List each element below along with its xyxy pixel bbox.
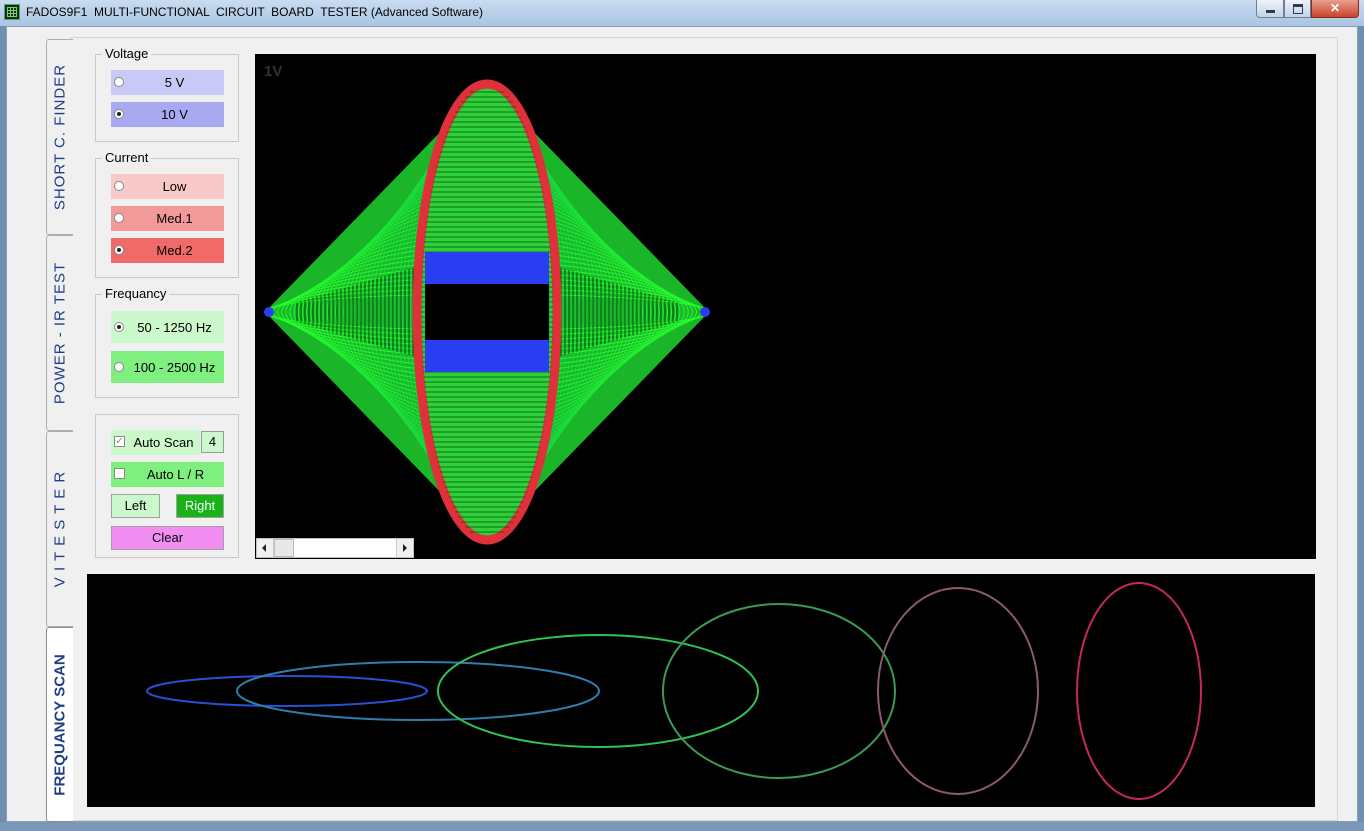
current-med1-option[interactable]: Med.1 (111, 206, 224, 231)
minimize-button[interactable] (1256, 0, 1284, 18)
radio-icon[interactable] (114, 213, 124, 223)
maximize-button[interactable] (1284, 0, 1311, 18)
window-title: FADOS9F1 MULTI-FUNCTIONAL CIRCUIT BOARD … (26, 5, 483, 19)
option-label: 5 V (164, 75, 185, 90)
option-label: 100 - 2500 Hz (133, 360, 216, 375)
voltage-10v-option[interactable]: 10 V (111, 102, 224, 127)
option-label: Med.2 (156, 243, 193, 258)
option-label: 50 - 1250 Hz (137, 320, 212, 335)
option-label: 10 V (161, 107, 188, 122)
frequency-group: Frequancy 50 - 1250 Hz 100 - 2500 Hz (95, 286, 239, 398)
auto-lr-label: Auto L / R (146, 467, 205, 482)
auto-scan-count-field[interactable]: 4 (201, 431, 224, 453)
tab-vi-tester[interactable]: V I T E S T E R (46, 431, 73, 627)
radio-icon[interactable] (114, 362, 124, 372)
current-group: Current Low Med.1 Med.2 (95, 150, 239, 278)
trace-blue-band (425, 338, 549, 372)
app-icon (4, 4, 20, 20)
title-bar: FADOS9F1 MULTI-FUNCTIONAL CIRCUIT BOARD … (0, 0, 1364, 26)
radio-icon[interactable] (114, 245, 124, 255)
tab-label: FREQUANCY SCAN (51, 653, 69, 796)
taskbar-strip (0, 822, 1364, 831)
auto-scan-checkbox[interactable]: ✓ Auto Scan (111, 430, 200, 455)
scan-ellipse-6 (1076, 582, 1202, 800)
frequency-100-2500-option[interactable]: 100 - 2500 Hz (111, 351, 224, 383)
radio-icon[interactable] (114, 181, 124, 191)
current-med2-option[interactable]: Med.2 (111, 238, 224, 263)
frequency-50-1250-option[interactable]: 50 - 1250 Hz (111, 311, 224, 343)
tab-label: SHORT C. FINDER (51, 63, 69, 211)
right-button[interactable]: Right (176, 494, 224, 518)
option-label: Low (162, 179, 187, 194)
frequency-scan-display (87, 574, 1315, 807)
vi-trace-plot (264, 79, 710, 545)
frequency-scan-plot (146, 582, 1202, 800)
trace-center-gap (425, 284, 549, 340)
scan-ellipse-5 (877, 587, 1039, 795)
voltage-group: Voltage 5 V 10 V (95, 46, 239, 142)
scale-label: 1V (264, 63, 283, 80)
checkbox-icon[interactable] (114, 468, 125, 479)
horizontal-scrollbar[interactable] (256, 538, 414, 558)
trace-blue-band (425, 252, 549, 286)
scan-ellipse-1 (146, 675, 428, 707)
checkbox-icon[interactable]: ✓ (114, 436, 125, 447)
scroll-right-arrow-icon[interactable] (396, 539, 413, 557)
option-label: Med.1 (156, 211, 193, 226)
current-low-option[interactable]: Low (111, 174, 224, 199)
auto-scan-label: Auto Scan (133, 435, 194, 450)
close-button[interactable] (1311, 0, 1359, 18)
scroll-thumb[interactable] (274, 539, 294, 557)
trace-tip (700, 307, 710, 317)
scan-ellipse-2 (236, 661, 600, 721)
tab-label: V I T E S T E R (51, 470, 69, 588)
scroll-left-arrow-icon[interactable] (257, 539, 274, 557)
trace-tip (264, 307, 274, 317)
auto-lr-checkbox[interactable]: Auto L / R (111, 462, 224, 487)
left-button[interactable]: Left (111, 494, 160, 518)
radio-icon[interactable] (114, 109, 124, 119)
voltage-5v-option[interactable]: 5 V (111, 70, 224, 95)
group-title: Current (102, 150, 152, 165)
tab-power-ir-test[interactable]: POWER - IR TEST (46, 235, 73, 431)
radio-icon[interactable] (114, 322, 124, 332)
scan-ellipse-4 (662, 603, 896, 779)
tab-label: POWER - IR TEST (51, 261, 69, 405)
clear-button[interactable]: Clear (111, 526, 224, 550)
group-title: Frequancy (102, 286, 170, 301)
tab-frequency-scan[interactable]: FREQUANCY SCAN (46, 627, 73, 822)
radio-icon[interactable] (114, 77, 124, 87)
group-title: Voltage (102, 46, 152, 61)
tab-short-circuit-finder[interactable]: SHORT C. FINDER (46, 39, 73, 235)
vi-curve-display: 1V (255, 54, 1316, 559)
scan-controls-group: ✓ Auto Scan 4 Auto L / R Left Right Clea… (95, 414, 239, 558)
